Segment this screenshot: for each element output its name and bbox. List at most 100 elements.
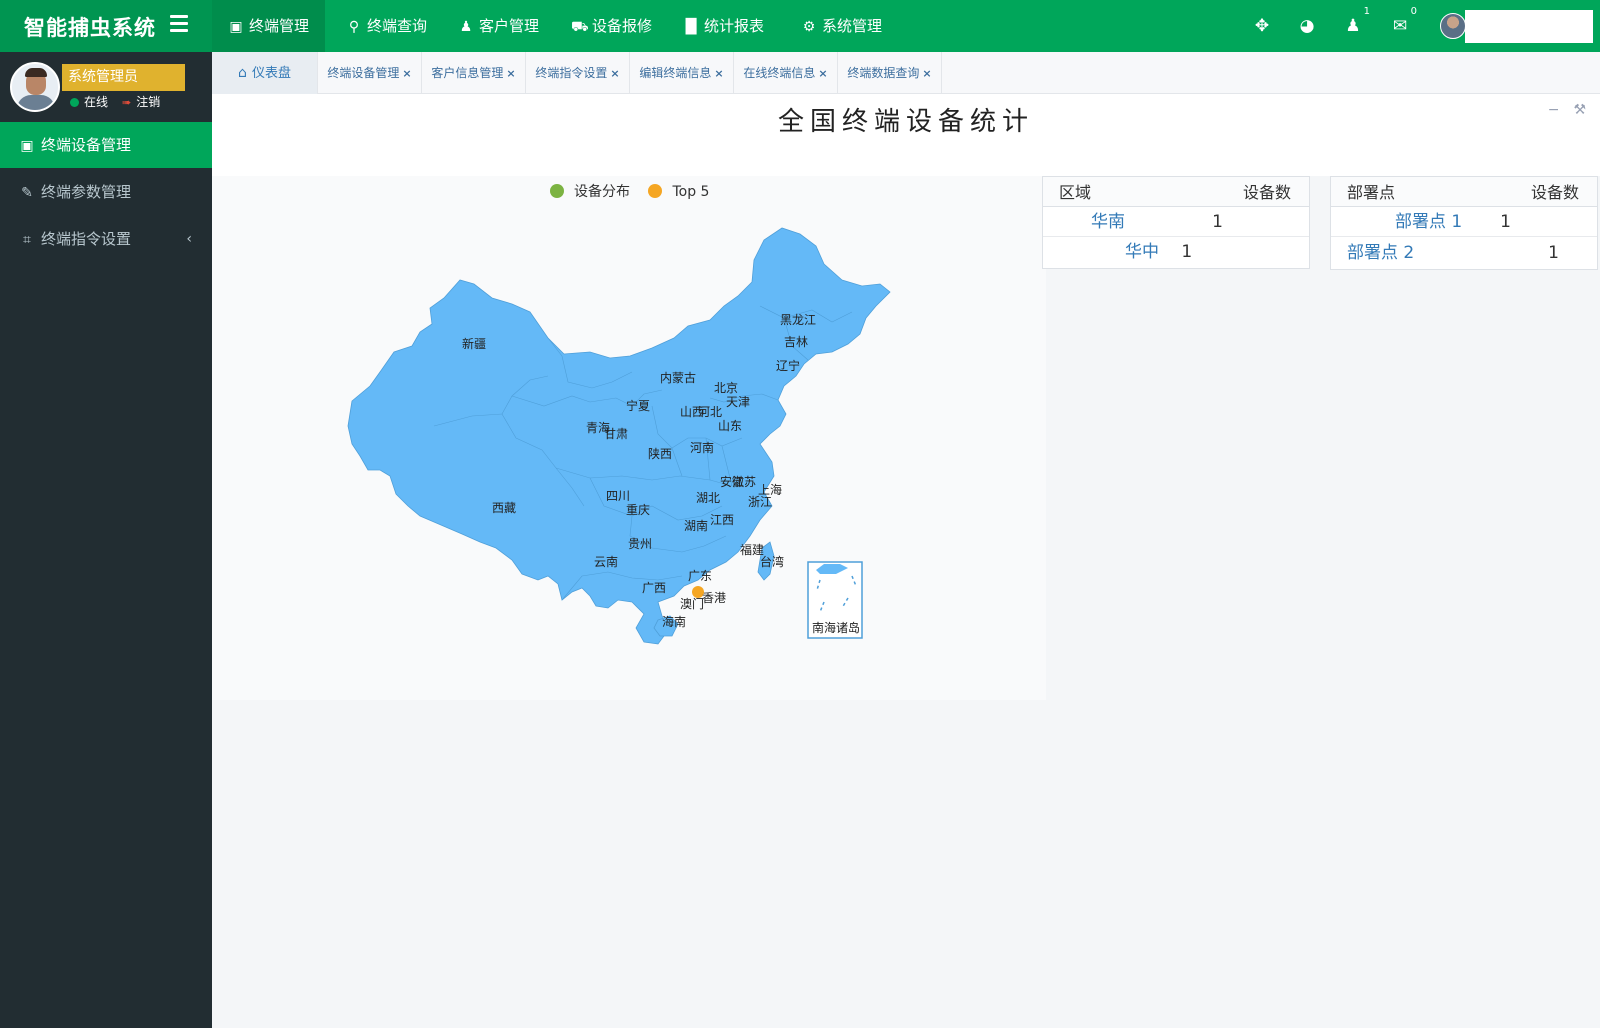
sidebar-item-terminal-params[interactable]: ✎ 终端参数管理 <box>0 169 212 215</box>
search-icon: ⚲ <box>348 19 360 35</box>
column-header: 设备数 <box>1530 183 1579 202</box>
china-map[interactable]: 黑龙江吉林辽宁新疆内蒙古北京天津河北宁夏 山西山东青海甘肃河南陕西江苏安徽上海湖北… <box>212 176 1046 700</box>
province-label: 香港 <box>702 591 726 605</box>
logout-icon[interactable]: ➠ <box>122 96 131 109</box>
topnav-statistics[interactable]: █ 统计报表 <box>667 0 780 52</box>
avatar <box>10 62 60 112</box>
tab-item[interactable]: 终端数据查询 × <box>838 52 942 94</box>
sidebar-item-label: 终端参数管理 <box>41 183 132 201</box>
menu-toggle-icon[interactable] <box>170 15 188 35</box>
ambulance-icon: ⛟ <box>571 19 589 35</box>
page-title: 全国终端设备统计 <box>777 107 1034 137</box>
site-table: 部署点 设备数 部署点 1 1 部署点 2 1 <box>1330 176 1598 270</box>
user-name: 系统管理员 <box>62 64 185 91</box>
sidebar-item-label: 终端指令设置 <box>41 230 132 248</box>
close-icon[interactable]: × <box>818 67 827 80</box>
region-count: 1 <box>1181 242 1193 262</box>
province-label: 山西 <box>680 405 704 419</box>
topnav-label: 系统管理 <box>822 17 883 35</box>
tab-bar: ⌂ 仪表盘 终端设备管理 × 客户信息管理 × 终端指令设置 × 编辑终端信息 × 在线终… <box>212 52 1600 94</box>
panel-tools: − ⚒ <box>1534 102 1586 118</box>
column-header: 部署点 <box>1347 183 1396 202</box>
topnav-terminal-management[interactable]: ▣ 终端管理 <box>212 0 326 52</box>
region-count: 1 <box>1212 212 1223 232</box>
dashboard-icon[interactable]: ◕ <box>1296 15 1318 37</box>
topnav-label: 统计报表 <box>704 17 765 35</box>
province-label: 澳门 <box>680 596 704 611</box>
table-row[interactable]: 部署点 1 1 <box>1331 207 1597 237</box>
user-menu[interactable] <box>1465 10 1593 43</box>
minimize-icon[interactable]: − <box>1548 102 1560 118</box>
logout-link[interactable]: 注销 <box>136 95 160 109</box>
province-label: 甘肃 <box>604 427 628 441</box>
home-icon: ⌂ <box>238 65 247 81</box>
topnav-system-management[interactable]: ⚙ 系统管理 <box>785 0 898 52</box>
site-count: 1 <box>1548 243 1559 263</box>
province-label: 北京 <box>714 381 738 395</box>
tab-label: 终端指令设置 <box>535 66 608 80</box>
tab-item[interactable]: 终端设备管理 × <box>318 52 422 94</box>
topnav-customer-management[interactable]: ♟ 客户管理 <box>442 0 555 52</box>
envelope-icon[interactable]: ✉ 0 <box>1389 7 1417 37</box>
topnav-label: 客户管理 <box>479 17 540 35</box>
tab-label: 终端数据查询 <box>847 66 920 80</box>
province-label: 海南 <box>662 614 686 629</box>
province-label: 南海诸岛 <box>812 620 860 635</box>
crop-icon: ⌗ <box>23 232 31 248</box>
sidebar-item-label: 终端设备管理 <box>41 136 132 154</box>
tab-label: 编辑终端信息 <box>639 66 712 80</box>
region-name-link[interactable]: 华南 <box>1091 207 1125 238</box>
province-label: 贵州 <box>628 537 652 551</box>
users-icon: ♟ <box>459 19 473 35</box>
chevron-left-icon: ‹ <box>186 231 192 247</box>
fullscreen-icon[interactable]: ✥ <box>1251 15 1273 37</box>
tab-label: 仪表盘 <box>251 66 291 81</box>
notification-icon[interactable]: ♟ 1 <box>1342 7 1370 37</box>
top-navbar: 智能捕虫系统 ▣ 终端管理 ⚲ 终端查询 ♟ 客户管理 ⛟ 设备报修 █ 统计报表 ⚙ 系统… <box>0 0 1600 52</box>
province-label: 湖北 <box>696 490 720 505</box>
province-label: 内蒙古 <box>660 370 696 385</box>
wrench-icon[interactable]: ⚒ <box>1573 102 1586 118</box>
tab-label: 终端设备管理 <box>327 66 400 80</box>
province-label: 黑龙江 <box>780 313 816 327</box>
site-name-link[interactable]: 部署点 2 <box>1347 238 1414 269</box>
column-header: 区域 <box>1059 183 1092 202</box>
sidebar-item-terminal-commands[interactable]: ⌗ 终端指令设置 ‹ <box>0 216 212 262</box>
online-dot-icon <box>70 98 79 107</box>
site-name-link[interactable]: 部署点 1 <box>1395 207 1462 238</box>
close-icon[interactable]: × <box>610 67 619 80</box>
table-header: 部署点 设备数 <box>1331 177 1597 207</box>
tab-item[interactable]: 在线终端信息 × <box>734 52 838 94</box>
user-avatar-small[interactable] <box>1440 13 1466 39</box>
tab-dashboard[interactable]: ⌂ 仪表盘 <box>212 52 318 94</box>
province-label: 台湾 <box>760 554 784 569</box>
region-name-link[interactable]: 华中 <box>1125 237 1159 268</box>
close-icon[interactable]: × <box>402 67 411 80</box>
region-table: 区域 设备数 华南 1 华中 1 <box>1042 176 1310 269</box>
sidebar: 系统管理员 在线 ➠ 注销 ▣ 终端设备管理 ✎ 终端参数管理 ⌗ 终端指令设置 ‹ <box>0 52 212 1028</box>
cube-icon: ▣ <box>20 138 34 154</box>
province-label: 湖南 <box>684 518 708 533</box>
province-label: 山东 <box>718 419 742 433</box>
column-header: 设备数 <box>1242 183 1291 202</box>
topnav-device-repair[interactable]: ⛟ 设备报修 <box>555 0 668 52</box>
province-label: 广西 <box>642 581 666 595</box>
province-label: 辽宁 <box>776 358 800 373</box>
close-icon[interactable]: × <box>922 67 931 80</box>
table-row[interactable]: 部署点 2 1 <box>1331 237 1597 267</box>
tab-item[interactable]: 客户信息管理 × <box>422 52 526 94</box>
tab-item[interactable]: 编辑终端信息 × <box>630 52 734 94</box>
bar-chart-icon: █ <box>685 19 697 35</box>
table-row[interactable]: 华中 1 <box>1043 237 1309 267</box>
close-icon[interactable]: × <box>714 67 723 80</box>
topnav-terminal-query[interactable]: ⚲ 终端查询 <box>330 0 443 52</box>
cube-icon: ▣ <box>229 19 243 35</box>
table-row[interactable]: 华南 1 <box>1043 207 1309 237</box>
sidebar-item-terminal-devices[interactable]: ▣ 终端设备管理 <box>0 122 212 168</box>
close-icon[interactable]: × <box>506 67 515 80</box>
tab-item[interactable]: 终端指令设置 × <box>526 52 630 94</box>
province-label: 天津 <box>726 395 750 409</box>
title-panel: 全国终端设备统计 − ⚒ <box>212 94 1600 176</box>
province-label: 陕西 <box>648 446 672 461</box>
province-label: 浙江 <box>748 495 772 509</box>
